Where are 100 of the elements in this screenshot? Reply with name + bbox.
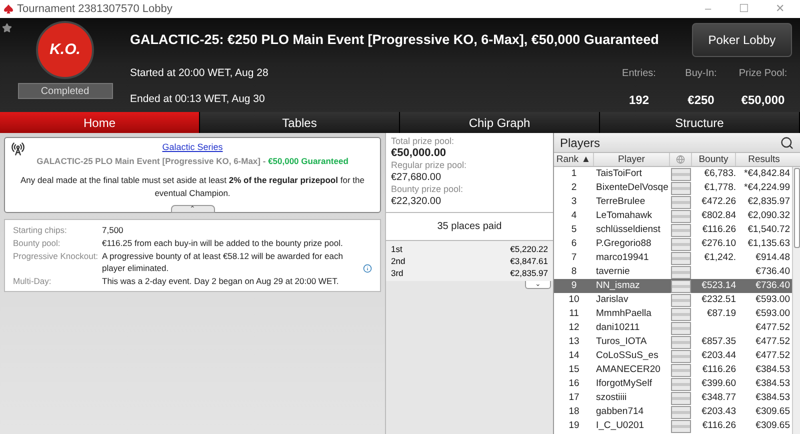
pool-amount: €22,320.00 bbox=[391, 195, 442, 208]
result-cell-text: €593.00 bbox=[754, 292, 791, 307]
flag-icon bbox=[671, 350, 691, 362]
place-label: 2nd bbox=[391, 255, 406, 267]
tab[interactable]: Tables bbox=[200, 112, 400, 133]
result-cell-text: €593.00 bbox=[754, 306, 791, 321]
detail-label: Starting chips: bbox=[13, 224, 68, 236]
tab[interactable]: Home bbox=[0, 112, 200, 133]
player-row[interactable]: 1 TaisToiFort €6,783. *€4,842.84 bbox=[554, 167, 792, 181]
search-icon[interactable] bbox=[780, 136, 794, 150]
bounty-cell-text: €116.26 bbox=[701, 362, 736, 377]
bounty-cell-text: €203.43 bbox=[700, 404, 736, 419]
result-cell-text: *€4,842.84 bbox=[743, 166, 791, 181]
scrollbar[interactable] bbox=[792, 167, 800, 434]
tab[interactable]: Structure bbox=[600, 112, 800, 133]
rank-cell-text: 16 bbox=[568, 376, 580, 391]
player-row[interactable]: 2 BixenteDelVosqe €1,778. *€4,224.99 bbox=[554, 181, 792, 195]
poker-lobby-button[interactable]: Poker Lobby bbox=[692, 23, 792, 57]
rank-cell-text: 17 bbox=[568, 390, 580, 405]
result-cell-text: €1,135.63 bbox=[746, 236, 791, 251]
result-cell-text: €384.53 bbox=[754, 362, 791, 377]
player-row[interactable]: 5 schlüsseldienst €116.26 €1,540.72 bbox=[554, 223, 792, 237]
flag-icon bbox=[671, 280, 691, 292]
player-row[interactable]: 4 LeTomahawk €802.84 €2,090.32 bbox=[554, 209, 792, 223]
result-cell-text: €477.52 bbox=[754, 334, 791, 349]
result-cell-text: €736.40 bbox=[754, 278, 791, 293]
player-name: MmmhPaella bbox=[595, 306, 652, 321]
detail-label: Bounty pool: bbox=[13, 236, 62, 249]
tournament-title: GALACTIC-25: €250 PLO Main Event [Progressive KO, 6-Max], €50,000 Guaranteed bbox=[130, 30, 659, 49]
player-row[interactable]: 15 AMANECER20 €116.26 €384.53 bbox=[554, 363, 792, 377]
player-row[interactable]: 18 gabben714 €203.43 €309.65 bbox=[554, 405, 792, 419]
detail-value: This was a 2-day event. Day 2 began on Aug 29 at 20:00 WET. bbox=[102, 274, 340, 287]
result-cell-text: €309.65 bbox=[754, 404, 791, 419]
place-amount: €3,847.61 bbox=[510, 255, 548, 267]
series-link[interactable]: Galactic Series bbox=[162, 141, 223, 154]
place-amount: €5,220.22 bbox=[510, 243, 548, 255]
flag-icon bbox=[671, 210, 691, 222]
player-name: P.Gregorio88 bbox=[595, 236, 652, 251]
player-name: Turos_IOTA bbox=[595, 334, 648, 349]
pool-amount: €27,680.00 bbox=[391, 171, 442, 184]
tab[interactable]: Chip Graph bbox=[400, 112, 600, 133]
player-row[interactable]: 12 dani10211 €477.52 bbox=[554, 321, 792, 335]
result-cell-text: €384.53 bbox=[754, 376, 791, 391]
player-row[interactable]: 8 tavernie €736.40 bbox=[554, 265, 792, 279]
result-cell-text: €736.40 bbox=[754, 264, 791, 279]
start-time: Started at 20:00 WET, Aug 28 bbox=[130, 66, 270, 82]
player-name: IforgotMySelf bbox=[595, 376, 653, 391]
player-row[interactable]: 19 I_C_U0201 €116.26 €309.65 bbox=[554, 419, 792, 433]
column-header[interactable]: Results bbox=[736, 153, 792, 166]
player-row[interactable]: 3 TerreBrulee €472.26 €2,835.97 bbox=[554, 195, 792, 209]
flag-icon bbox=[671, 238, 691, 250]
bounty-cell-text: €87.19 bbox=[706, 306, 736, 321]
player-name: I_C_U0201 bbox=[595, 418, 646, 433]
flag-icon bbox=[671, 406, 691, 418]
rank-cell-text: 8 bbox=[570, 264, 578, 279]
bounty-cell-text: €1,778. bbox=[703, 180, 736, 195]
rank-cell-text: 4 bbox=[570, 208, 578, 223]
rank-cell-text: 18 bbox=[568, 404, 580, 419]
player-row[interactable]: 9 NN_ismaz €523.14 €736.40 bbox=[554, 279, 792, 293]
detail-label: Multi-Day: bbox=[13, 274, 52, 287]
player-name: dani10211 bbox=[595, 320, 641, 335]
flag-icon bbox=[671, 308, 691, 320]
rank-cell-text: 7 bbox=[570, 250, 578, 265]
flag-icon bbox=[671, 196, 691, 208]
bounty-cell-text: €116.26 bbox=[701, 418, 736, 433]
detail-value: A progressive bounty of at least €58.12 will be awarded for each player eliminated. bbox=[102, 250, 344, 274]
result-cell-text: €384.53 bbox=[754, 390, 791, 405]
player-row[interactable]: 7 marco19941 €1,242. €914.48 bbox=[554, 251, 792, 265]
bounty-cell-text: €523.14 bbox=[700, 278, 736, 293]
column-header[interactable]: Bounty bbox=[692, 153, 736, 166]
rank-cell-text: 6 bbox=[570, 236, 578, 251]
player-row[interactable]: 16 IforgotMySelf €399.60 €384.53 bbox=[554, 377, 792, 391]
player-row[interactable]: 17 szostiiii €348.77 €384.53 bbox=[554, 391, 792, 405]
player-name: NN_ismaz bbox=[595, 278, 641, 293]
flag-icon bbox=[671, 168, 691, 180]
flag-icon bbox=[671, 294, 691, 306]
player-row[interactable]: 10 Jarislav €232.51 €593.00 bbox=[554, 293, 792, 307]
column-header[interactable]: Player bbox=[594, 153, 670, 166]
column-header[interactable]: Rank ▲ bbox=[554, 153, 594, 166]
detail-label: Progressive Knockout: bbox=[13, 250, 100, 263]
player-name: marco19941 bbox=[595, 250, 650, 265]
favorite-star-icon[interactable] bbox=[2, 23, 12, 33]
bounty-cell-text: €348.77 bbox=[700, 390, 736, 405]
rank-cell-text: 11 bbox=[568, 306, 580, 321]
info-icon[interactable] bbox=[363, 264, 372, 273]
stat-value: 192 bbox=[628, 92, 650, 108]
event-line: GALACTIC-25 PLO Main Event [Progressive KO, 6-Max] - €50,000 Guaranteed bbox=[36, 154, 348, 168]
result-cell-text: *€4,224.99 bbox=[743, 180, 791, 195]
end-time: Ended at 00:13 WET, Aug 30 bbox=[130, 92, 266, 107]
pool-label: Regular prize pool: bbox=[391, 160, 468, 171]
player-name: tavernie bbox=[595, 264, 631, 279]
result-cell-text: €2,090.32 bbox=[746, 208, 791, 223]
badge-text: K.O. bbox=[50, 40, 80, 60]
player-row[interactable]: 14 CoLoSSuS_es €203.44 €477.52 bbox=[554, 349, 792, 363]
place-amount: €2,835.97 bbox=[510, 267, 548, 279]
result-cell-text: €477.52 bbox=[754, 320, 791, 335]
globe-icon[interactable] bbox=[676, 155, 685, 164]
player-row[interactable]: 6 P.Gregorio88 €276.10 €1,135.63 bbox=[554, 237, 792, 251]
player-row[interactable]: 11 MmmhPaella €87.19 €593.00 bbox=[554, 307, 792, 321]
player-row[interactable]: 13 Turos_IOTA €857.35 €477.52 bbox=[554, 335, 792, 349]
